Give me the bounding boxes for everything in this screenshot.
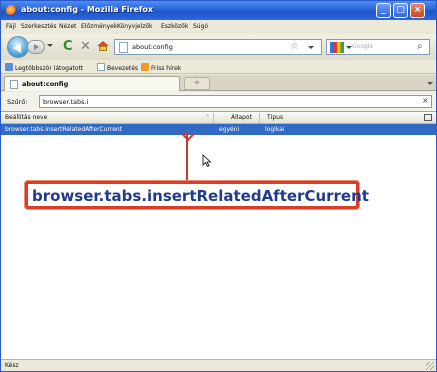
home-icon[interactable] [97,41,109,51]
bookmark-getting-started[interactable]: Bevezetés [97,63,138,73]
column-header-type[interactable]: Típus [267,114,283,121]
search-engine-icon[interactable] [330,42,344,53]
reload-icon[interactable]: C [63,39,73,54]
status-text: Kész [5,362,19,369]
new-tab-button[interactable]: + [184,77,210,90]
column-separator[interactable] [213,113,214,123]
back-icon[interactable] [7,36,29,58]
callout-box: browser.tabs.insertRelatedAfterCurrent [25,181,369,209]
column-header-state[interactable]: Állapot [231,114,252,121]
url-text[interactable]: about:config [132,43,173,51]
firefox-logo-icon [6,5,17,16]
url-dropdown-icon[interactable] [308,46,314,49]
column-separator[interactable] [259,113,260,123]
rss-icon [141,63,149,71]
table-row[interactable]: browser.tabs.insertRelatedAfterCurrent e… [1,124,436,135]
sort-arrow-icon: ⌃ [205,114,211,121]
menu-bookmarks[interactable]: Könyvjelzők [117,23,153,30]
filter-input[interactable]: browser.tabs.i × [39,95,432,108]
menu-edit[interactable]: Szerkesztés [21,23,57,30]
history-dropdown-icon[interactable] [47,44,53,47]
star-icon[interactable]: ☆ [290,41,299,52]
maximize-button[interactable]: □ [393,3,408,18]
pref-type: logikai [265,126,285,133]
tab-about-config[interactable]: about:config [4,76,180,91]
window-title: about:config - Mozilla Firefox [21,5,154,14]
page-icon [10,80,18,89]
filter-row: Szűrő: browser.tabs.i × [1,92,436,111]
url-bar[interactable]: about:config ☆ [114,39,322,55]
forward-icon[interactable] [27,40,45,54]
page-icon [97,63,105,71]
filter-label: Szűrő: [7,98,28,106]
search-input[interactable]: Google [352,43,373,50]
bookmark-latest-headlines[interactable]: Friss hírek [141,63,181,73]
minimize-button[interactable]: _ [376,3,391,18]
pref-name: browser.tabs.insertRelatedAfterCurrent [5,126,123,133]
close-button[interactable]: × [410,3,425,18]
bookmark-folder-icon [5,63,13,71]
pref-state: egyéni [219,126,240,133]
stop-icon[interactable]: ✕ [80,39,91,54]
column-header-name[interactable]: Beállítás neve [5,114,47,121]
resize-grip-icon[interactable] [426,362,434,370]
table-header: Beállítás neve ⌃ Állapot Típus [1,112,436,124]
menu-bar: Fájl Szerkesztés Nézet Előzmények Könyvj… [1,21,436,33]
title-bar[interactable]: about:config - Mozilla Firefox _ □ × [1,1,436,20]
page-icon [119,42,128,53]
bookmarks-toolbar: Legtöbbször látogatott Bevezetés Friss h… [1,61,436,74]
preferences-table: Beállítás neve ⌃ Állapot Típus browser.t… [1,111,436,361]
filter-value[interactable]: browser.tabs.i [43,98,88,106]
tab-label: about:config [22,80,69,88]
menu-history[interactable]: Előzmények [81,23,117,30]
column-picker-icon[interactable] [424,114,432,121]
tab-list-dropdown-icon[interactable] [427,82,433,85]
menu-help[interactable]: Súgó [193,23,208,30]
menu-file[interactable]: Fájl [6,23,16,30]
navigation-toolbar: C ✕ about:config ☆ Google ⌕ [1,34,436,60]
tab-bar: about:config + [1,75,436,91]
callout-connector [186,131,188,181]
magnifier-icon[interactable]: ⌕ [417,41,423,52]
status-bar: Kész [1,359,436,371]
browser-window: about:config - Mozilla Firefox _ □ × Fáj… [0,0,437,372]
menu-tools[interactable]: Eszközök [161,23,188,30]
menu-view[interactable]: Nézet [59,23,76,30]
callout-text: browser.tabs.insertRelatedAfterCurrent [32,187,369,205]
search-bar[interactable]: Google ⌕ [326,39,430,55]
bookmark-most-visited[interactable]: Legtöbbször látogatott [5,63,83,73]
mouse-cursor-icon [202,154,212,167]
clear-filter-icon[interactable]: × [422,96,429,105]
